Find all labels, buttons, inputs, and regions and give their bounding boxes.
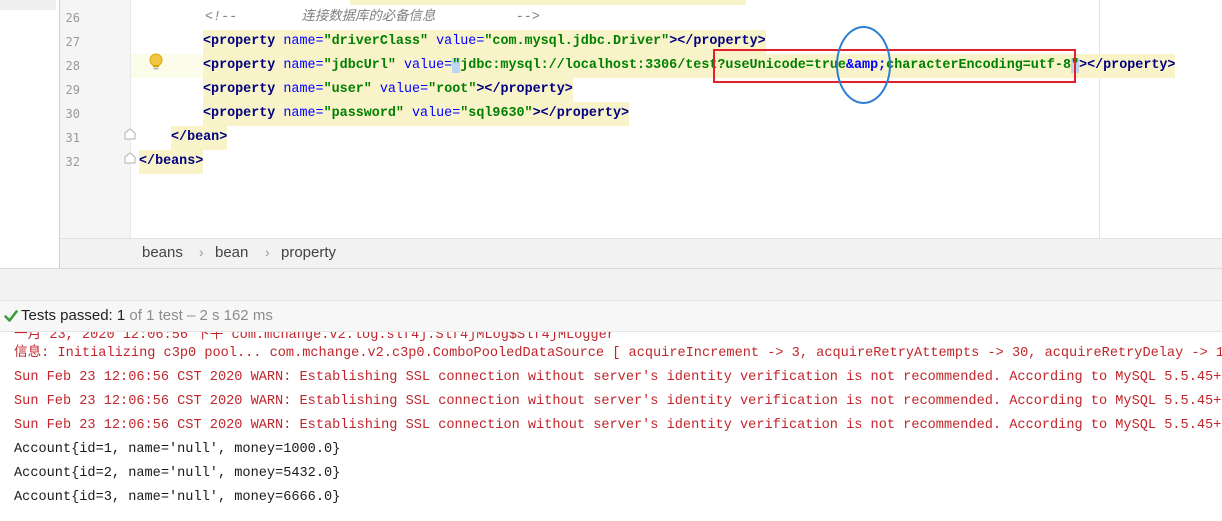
console-output[interactable]: 一月 23, 2020 12:06:56 下午 com.mchange.v2.l… — [0, 332, 1222, 521]
console-line: 信息: Initializing c3p0 pool... com.mchang… — [14, 346, 1222, 361]
test-pass-count: 1 — [116, 307, 126, 324]
open-tag: <property — [203, 106, 276, 121]
close-tag: </property> — [540, 106, 630, 121]
breadcrumb-item-bean[interactable]: bean — [215, 244, 248, 261]
console-line: Sun Feb 23 12:06:56 CST 2020 WARN: Estab… — [14, 394, 1222, 409]
close-tag: </bean> — [171, 130, 228, 145]
right-margin-guide — [1099, 0, 1100, 238]
annotation-rectangle — [713, 49, 1076, 83]
console-line: Account{id=1, name='null', money=1000.0} — [14, 442, 341, 457]
lightbulb-icon[interactable] — [148, 53, 164, 71]
attr-value: jdbcUrl — [331, 58, 388, 73]
attr-value: password — [331, 106, 396, 121]
line-number: 27 — [65, 35, 80, 49]
code-comment[interactable]: <!-- 连接数据库的必备信息 --> — [205, 6, 540, 30]
line-number: 30 — [65, 107, 80, 121]
breadcrumb-separator: › — [199, 244, 204, 260]
code-line-31[interactable]: </bean> — [171, 126, 228, 150]
attr-name: value — [403, 58, 445, 73]
breadcrumb-separator: › — [265, 244, 270, 260]
annotation-circle — [836, 26, 891, 104]
line-number: 28 — [65, 59, 80, 73]
previous-line-highlight — [350, 0, 746, 5]
close-tag: </beans> — [139, 154, 204, 169]
line-number: 31 — [65, 131, 80, 145]
console-line-cut: 一月 23, 2020 12:06:56 下午 com.mchange.v2.l… — [14, 332, 615, 343]
attr-value: sql9630 — [468, 106, 525, 121]
breadcrumb: beans › bean › property — [60, 238, 1222, 268]
close-tag: </property> — [484, 82, 573, 97]
fold-icon[interactable] — [124, 152, 136, 164]
test-status-label: Tests passed: — [21, 307, 113, 324]
code-line-30[interactable]: <property name="password" value="sql9630… — [203, 102, 630, 126]
open-tag: <property — [203, 58, 276, 73]
check-icon — [4, 310, 18, 322]
breadcrumb-item-property[interactable]: property — [281, 244, 336, 261]
open-tag: <property — [203, 82, 276, 97]
attr-name: value — [436, 34, 477, 49]
breadcrumb-item-beans[interactable]: beans — [142, 244, 183, 261]
attr-name: value — [412, 106, 453, 121]
panel-divider — [0, 268, 1222, 300]
code-editor[interactable]: 26 <!-- 连接数据库的必备信息 --> 27 <property name… — [0, 0, 1222, 268]
fold-icon[interactable] — [124, 128, 136, 140]
test-status-bar: Tests passed: 1 of 1 test – 2 s 162 ms — [0, 300, 1222, 332]
fold-separator — [130, 0, 131, 238]
attr-name: value — [379, 82, 421, 97]
code-line-29[interactable]: <property name="user" value="root"></pro… — [203, 78, 573, 102]
left-tool-strip-header — [0, 0, 56, 10]
tag-gt: > — [532, 106, 541, 121]
line-number: 32 — [65, 155, 80, 169]
console-line: Sun Feb 23 12:06:56 CST 2020 WARN: Estab… — [14, 418, 1222, 433]
left-tool-strip — [0, 0, 60, 268]
attr-value: user — [331, 82, 364, 97]
attr-value: root — [436, 82, 469, 97]
code-line-27[interactable]: <property name="driverClass" value="com.… — [203, 30, 766, 54]
attr-name: name — [283, 82, 316, 97]
tag-gt: > — [1079, 58, 1088, 73]
close-tag: </property> — [677, 34, 766, 49]
attr-value: driverClass — [331, 34, 421, 49]
open-tag: <property — [203, 34, 276, 49]
attr-name: name — [283, 34, 316, 49]
close-tag: </property> — [1087, 58, 1176, 73]
console-line: Account{id=2, name='null', money=5432.0} — [14, 466, 341, 481]
attr-name: name — [283, 58, 316, 73]
line-number: 29 — [65, 83, 80, 97]
console-line: Account{id=3, name='null', money=6666.0} — [14, 490, 341, 505]
line-number: 26 — [65, 11, 80, 25]
console-line: Sun Feb 23 12:06:56 CST 2020 WARN: Estab… — [14, 370, 1222, 385]
test-detail: of 1 test – 2 s 162 ms — [129, 307, 273, 324]
attr-value: com.mysql.jdbc.Driver — [492, 34, 662, 49]
attr-name: name — [283, 106, 316, 121]
code-line-32[interactable]: </beans> — [139, 150, 204, 174]
